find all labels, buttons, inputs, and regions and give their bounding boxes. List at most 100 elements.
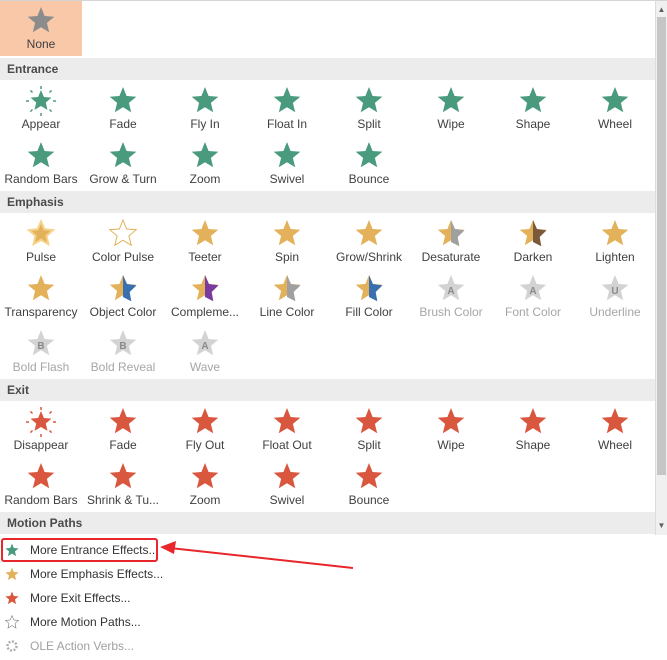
effect-fill-color[interactable]: Fill Color (328, 269, 410, 324)
effect-lighten[interactable]: Lighten (574, 214, 655, 269)
effect-float-out[interactable]: Float Out (246, 402, 328, 457)
scroll-up-icon[interactable]: ▲ (656, 3, 667, 17)
effect-label: Compleme... (170, 305, 240, 319)
effect-wave: A Wave (164, 324, 246, 379)
effect-fade[interactable]: Fade (82, 81, 164, 136)
effect-transparency[interactable]: Transparency (0, 269, 82, 324)
wipe-icon (437, 408, 465, 434)
effect-object-color[interactable]: Object Color (82, 269, 164, 324)
effect-label: Desaturate (421, 250, 481, 264)
effect-label: Swivel (269, 172, 305, 186)
effect-label: Bold Reveal (90, 360, 156, 374)
section-header-emphasis: Emphasis (0, 191, 655, 213)
fade-icon (109, 408, 137, 434)
effect-zoom[interactable]: Zoom (164, 457, 246, 512)
effect-random-bars[interactable]: Random Bars (0, 136, 82, 191)
fade-icon (109, 87, 137, 113)
object-color-icon (109, 275, 137, 302)
effect-fade[interactable]: Fade (82, 402, 164, 457)
effect-compleme[interactable]: Compleme... (164, 269, 246, 324)
effect-shrink-tu[interactable]: Shrink & Tu... (82, 457, 164, 512)
wheel-icon (601, 87, 629, 113)
gallery-scrollbar[interactable]: ▲ ▼ (655, 0, 667, 535)
star-outline-icon (4, 614, 20, 629)
svg-text:U: U (611, 286, 618, 297)
effect-label: Shape (515, 438, 551, 452)
effect-none[interactable]: None (0, 1, 82, 56)
effect-label: Fade (109, 117, 137, 131)
random-bars-icon (27, 142, 55, 168)
effect-spin[interactable]: Spin (246, 214, 328, 269)
effect-shape[interactable]: Shape (492, 402, 574, 457)
effect-label: Wave (189, 360, 221, 374)
color-pulse-icon (108, 218, 138, 247)
effect-label: Darken (513, 250, 553, 264)
effect-split[interactable]: Split (328, 402, 410, 457)
effect-label: Random Bars (4, 172, 78, 186)
split-icon (355, 408, 383, 434)
scroll-thumb[interactable] (657, 17, 666, 475)
lighten-icon (601, 220, 629, 246)
effect-pulse[interactable]: Pulse (0, 214, 82, 269)
effect-label: Float In (266, 117, 308, 131)
effect-split[interactable]: Split (328, 81, 410, 136)
effect-label: Spin (274, 250, 300, 264)
effect-swivel[interactable]: Swivel (246, 457, 328, 512)
effect-disappear[interactable]: Disappear (0, 402, 82, 457)
effect-label: Pulse (25, 250, 57, 264)
star-gold-icon (5, 567, 19, 581)
effect-swivel[interactable]: Swivel (246, 136, 328, 191)
svg-text:A: A (447, 286, 454, 297)
menu-label: More Motion Paths... (30, 615, 141, 629)
effect-grow-turn[interactable]: Grow & Turn (82, 136, 164, 191)
effect-fly-in[interactable]: Fly In (164, 81, 246, 136)
animation-gallery: None Entrance Appear Fade Fly In Float In Spl… (0, 0, 655, 535)
effect-label: Split (357, 438, 381, 452)
effect-label: Float Out (262, 438, 312, 452)
effect-label: Transparency (4, 305, 78, 319)
effect-bounce[interactable]: Bounce (328, 136, 410, 191)
effect-label: Bounce (348, 493, 390, 507)
star-red-icon (5, 591, 19, 605)
effect-label: Swivel (269, 493, 305, 507)
line-color-icon (273, 275, 301, 302)
effect-color-pulse[interactable]: Color Pulse (82, 214, 164, 269)
effect-wipe[interactable]: Wipe (410, 402, 492, 457)
effect-grow-shrink[interactable]: Grow/Shrink (328, 214, 410, 269)
effect-bounce[interactable]: Bounce (328, 457, 410, 512)
scroll-down-icon[interactable]: ▼ (656, 519, 667, 533)
svg-text:A: A (529, 286, 536, 297)
float-in-icon (273, 87, 301, 113)
darken-icon (519, 220, 547, 247)
effect-label: Object Color (89, 305, 157, 319)
effect-label: Wipe (437, 438, 465, 452)
wipe-icon (437, 87, 465, 113)
effect-random-bars[interactable]: Random Bars (0, 457, 82, 512)
effect-label: Font Color (504, 305, 562, 319)
effect-desaturate[interactable]: Desaturate (410, 214, 492, 269)
effect-wheel[interactable]: Wheel (574, 402, 655, 457)
complementary-color-icon (191, 275, 219, 302)
menu-more-motion-paths[interactable]: More Motion Paths... (2, 611, 322, 633)
effect-line-color[interactable]: Line Color (246, 269, 328, 324)
effect-darken[interactable]: Darken (492, 214, 574, 269)
effect-appear[interactable]: Appear (0, 81, 82, 136)
effect-float-in[interactable]: Float In (246, 81, 328, 136)
effect-teeter[interactable]: Teeter (164, 214, 246, 269)
desaturate-icon (437, 220, 465, 247)
effect-zoom[interactable]: Zoom (164, 136, 246, 191)
effect-font-color: A Font Color (492, 269, 574, 324)
callout-arrow (160, 541, 354, 569)
menu-ole-action-verbs: OLE Action Verbs... (2, 635, 322, 657)
effect-wipe[interactable]: Wipe (410, 81, 492, 136)
effect-label: Zoom (189, 493, 221, 507)
zoom-icon (191, 463, 219, 489)
effect-label: Grow & Turn (89, 172, 157, 186)
effect-wheel[interactable]: Wheel (574, 81, 655, 136)
effect-shape[interactable]: Shape (492, 81, 574, 136)
effect-label: Shape (515, 117, 551, 131)
effect-fly-out[interactable]: Fly Out (164, 402, 246, 457)
effect-brush-color: A Brush Color (410, 269, 492, 324)
menu-more-exit-effects[interactable]: More Exit Effects... (2, 587, 322, 609)
effect-label: Grow/Shrink (335, 250, 403, 264)
